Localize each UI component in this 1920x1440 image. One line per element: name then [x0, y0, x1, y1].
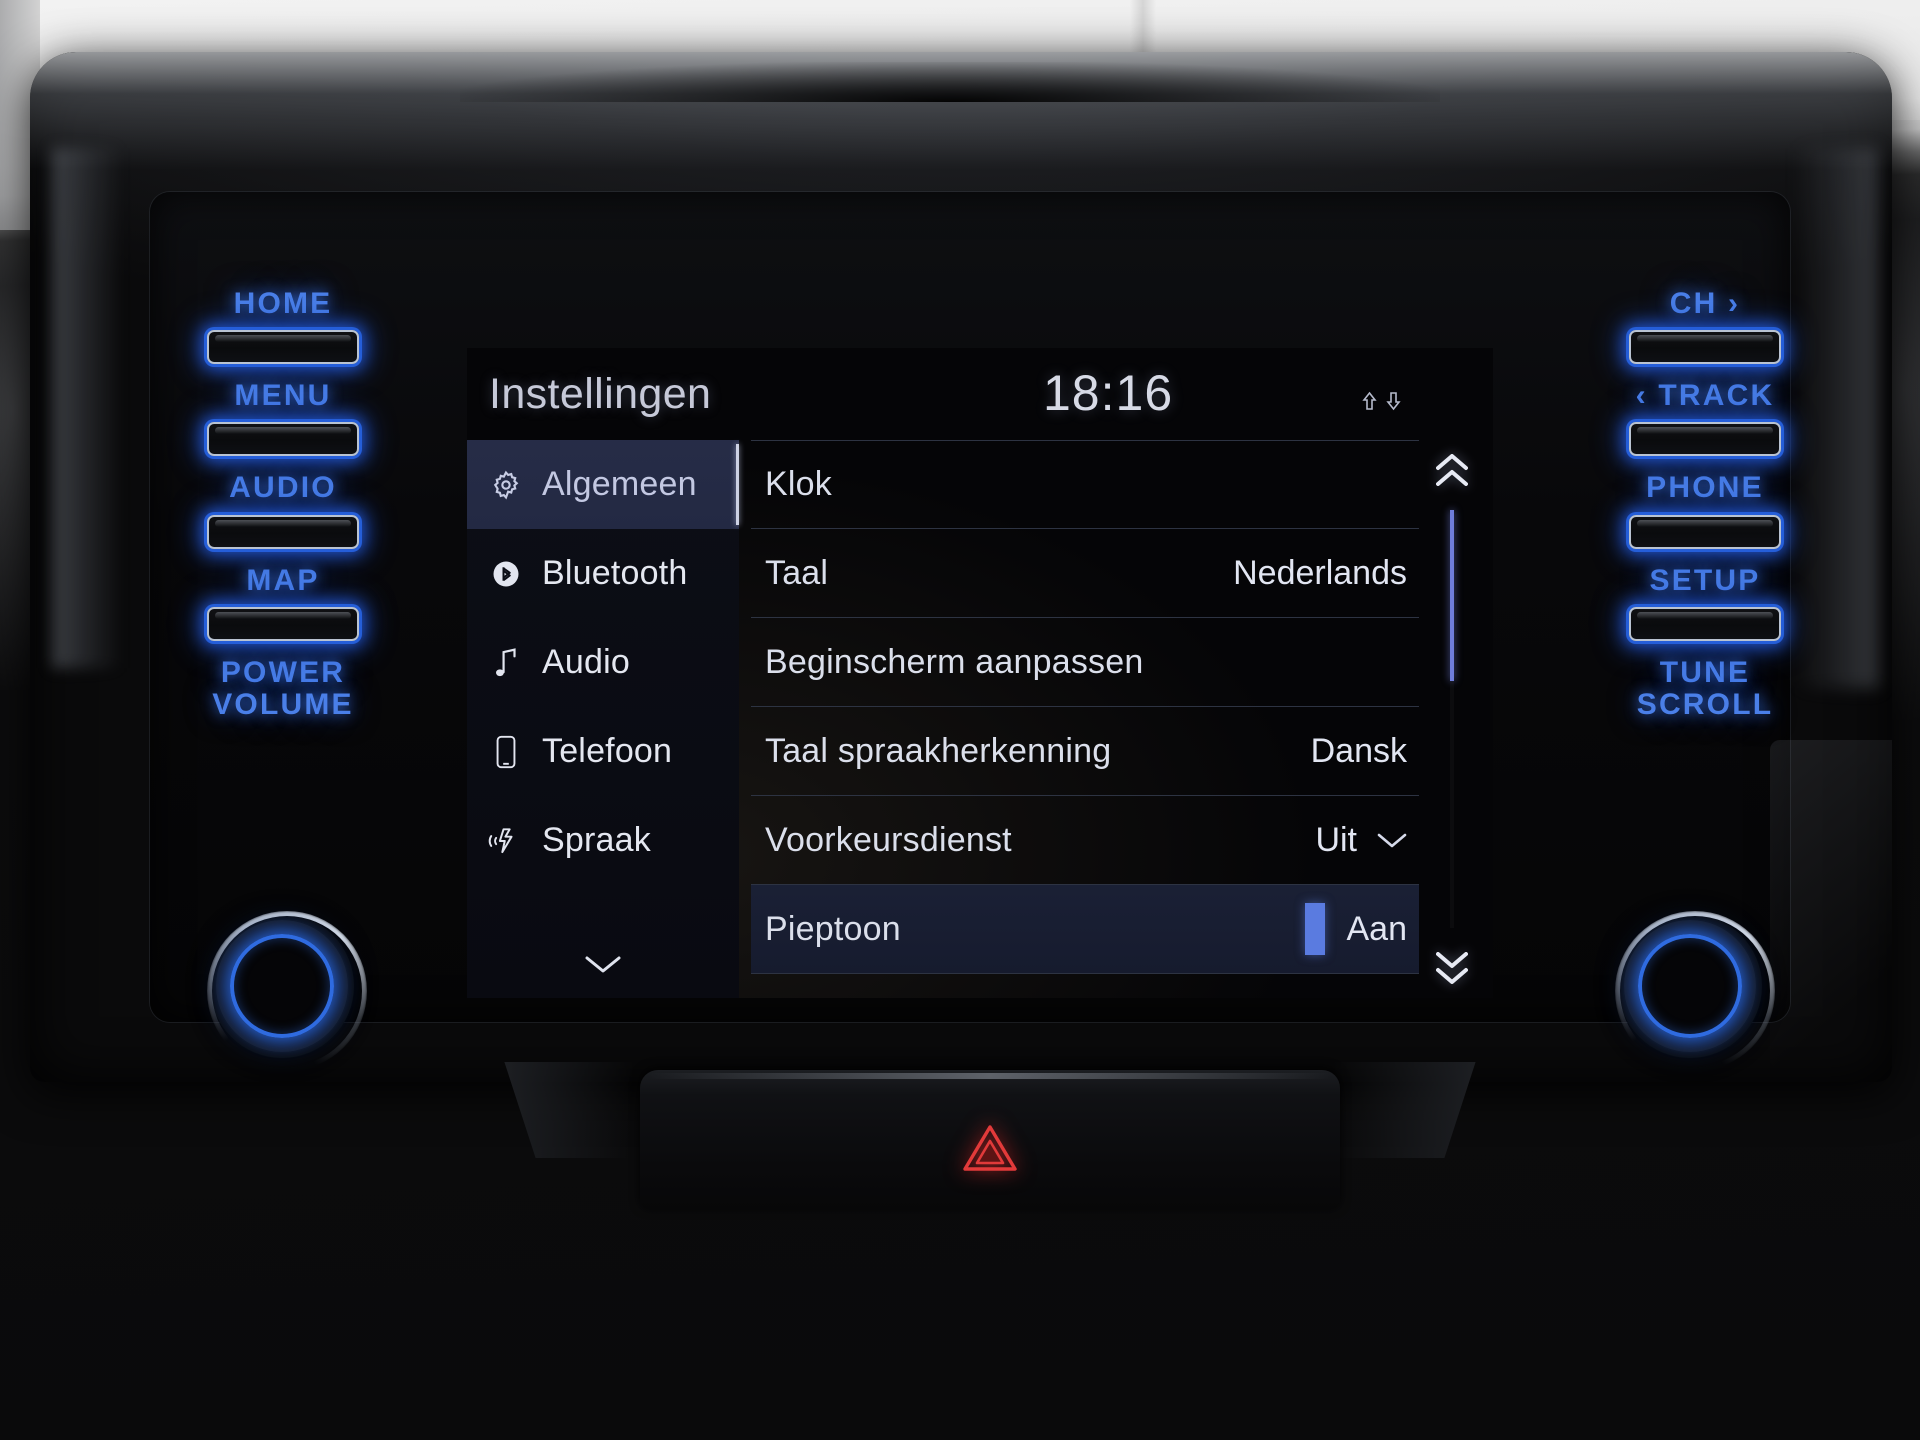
- sidebar-item-label: Audio: [542, 643, 630, 681]
- row-value: Nederlands: [1233, 553, 1407, 592]
- sidebar-more-button[interactable]: [467, 938, 739, 994]
- settings-sidebar: Algemeen Bluetooth Audio Telefoon Spraak: [467, 440, 739, 998]
- scrollbar-track[interactable]: [1450, 510, 1454, 928]
- row-label: Klok: [765, 465, 832, 503]
- music-note-icon: [486, 646, 526, 680]
- double-chevron-down-icon[interactable]: [1431, 936, 1473, 998]
- scroll-controls[interactable]: [1415, 440, 1489, 998]
- home-button[interactable]: HOME: [168, 287, 398, 365]
- setup-button-label: SETUP: [1649, 563, 1761, 597]
- row-label: Pieptoon: [765, 909, 901, 948]
- row-label: Taal spraakherkenning: [765, 731, 1112, 770]
- settings-list: Klok Taal Nederlands Beginscherm aanpass…: [751, 440, 1419, 998]
- track-prev-button-key[interactable]: [1629, 422, 1781, 457]
- page-title: Instellingen: [489, 370, 712, 418]
- sidebar-item-telefoon[interactable]: Telefoon: [467, 707, 739, 796]
- sidebar-item-algemeen[interactable]: Algemeen: [467, 440, 739, 529]
- knob-led-ring-right: [1638, 934, 1742, 1038]
- voice-icon: [486, 825, 526, 857]
- chevron-down-icon: [581, 951, 625, 982]
- track-prev-button-label: ‹ TRACK: [1635, 379, 1775, 413]
- head-unit-body: Instellingen 18:16 Algemeen Bluetooth Au…: [30, 52, 1892, 1082]
- list-item[interactable]: Taal spraakherkenning Dansk: [751, 707, 1419, 796]
- audio-button[interactable]: AUDIO: [168, 471, 398, 549]
- sidebar-item-label: Spraak: [542, 821, 651, 859]
- hazard-panel-highlight: [650, 1073, 1330, 1079]
- phone-button-key[interactable]: [1629, 514, 1781, 549]
- list-item[interactable]: Pieptoon Aan: [751, 885, 1419, 974]
- clock-display: 18:16: [1043, 365, 1174, 421]
- knob-led-ring-left: [230, 934, 334, 1038]
- power-volume-knob[interactable]: [207, 911, 367, 1071]
- scrollbar-thumb[interactable]: [1450, 510, 1454, 682]
- lcd-display[interactable]: Instellingen 18:16 Algemeen Bluetooth Au…: [467, 348, 1493, 998]
- screen-body: Algemeen Bluetooth Audio Telefoon Spraak…: [467, 440, 1493, 998]
- selection-indicator-bar: [1304, 903, 1325, 955]
- row-value: Uit: [1315, 820, 1357, 859]
- row-label: Beginscherm aanpassen: [765, 642, 1144, 681]
- hazard-triangle-icon: [962, 1123, 1018, 1178]
- row-value: Aan: [1346, 909, 1408, 948]
- map-button[interactable]: MAP: [168, 563, 398, 641]
- menu-button[interactable]: MENU: [168, 379, 398, 457]
- tune-scroll-knob[interactable]: [1615, 911, 1775, 1071]
- channel-up-button[interactable]: CH ›: [1590, 287, 1820, 365]
- row-label: Voorkeursdienst: [765, 820, 1012, 859]
- channel-up-button-label: CH ›: [1669, 287, 1741, 320]
- hazard-button[interactable]: [958, 1122, 1022, 1178]
- setup-button[interactable]: SETUP: [1590, 563, 1820, 641]
- phone-icon: [486, 734, 526, 770]
- arrow-down-icon: [1384, 390, 1403, 416]
- phone-button[interactable]: PHONE: [1590, 471, 1820, 549]
- list-item[interactable]: Beginscherm aanpassen: [751, 618, 1419, 707]
- menu-button-key[interactable]: [207, 422, 359, 457]
- list-item[interactable]: Voorkeursdienst Uit: [751, 796, 1419, 885]
- map-button-key[interactable]: [207, 606, 359, 641]
- chevron-down-icon[interactable]: [1375, 829, 1409, 851]
- sidebar-item-label: Algemeen: [542, 465, 697, 503]
- audio-button-label: AUDIO: [229, 471, 337, 505]
- right-button-column: CH › ‹ TRACK PHONE SETUP TUNE SCROLL: [1590, 288, 1820, 720]
- channel-up-button-key[interactable]: [1629, 330, 1781, 365]
- left-button-column: HOME MENU AUDIO MAP POWER VOLUME: [168, 288, 398, 720]
- list-item[interactable]: Taal Nederlands: [751, 529, 1419, 618]
- setup-button-key[interactable]: [1629, 606, 1781, 641]
- menu-button-label: MENU: [234, 379, 332, 413]
- home-button-label: HOME: [233, 287, 333, 320]
- row-value: Dansk: [1310, 731, 1407, 770]
- screen-header: Instellingen 18:16: [467, 348, 1493, 440]
- hazard-panel: [640, 1070, 1340, 1210]
- bezel-reflection-left: [52, 148, 122, 668]
- gear-icon: [486, 468, 526, 502]
- map-button-label: MAP: [246, 563, 320, 597]
- home-button-key[interactable]: [207, 330, 359, 365]
- list-item[interactable]: Klok: [751, 440, 1419, 529]
- audio-button-key[interactable]: [207, 514, 359, 549]
- tune-scroll-knob-label: TUNE SCROLL: [1636, 655, 1774, 721]
- sidebar-item-bluetooth[interactable]: Bluetooth: [467, 529, 739, 618]
- sidebar-item-audio[interactable]: Audio: [467, 618, 739, 707]
- settings-content: Klok Taal Nederlands Beginscherm aanpass…: [739, 440, 1493, 998]
- sidebar-item-label: Telefoon: [542, 732, 673, 770]
- track-prev-button[interactable]: ‹ TRACK: [1590, 379, 1820, 457]
- row-label: Taal: [765, 553, 829, 592]
- status-icon-group: [1360, 390, 1403, 416]
- double-chevron-up-icon[interactable]: [1431, 440, 1473, 502]
- arrow-up-icon: [1360, 390, 1379, 416]
- bluetooth-icon: [486, 559, 526, 589]
- sidebar-item-label: Bluetooth: [542, 554, 688, 592]
- glass-sheen: [1770, 740, 1892, 1070]
- power-volume-knob-label: POWER VOLUME: [212, 655, 354, 721]
- sidebar-item-spraak[interactable]: Spraak: [467, 796, 739, 885]
- bezel-top-shade: [460, 62, 1440, 102]
- phone-button-label: PHONE: [1646, 471, 1764, 505]
